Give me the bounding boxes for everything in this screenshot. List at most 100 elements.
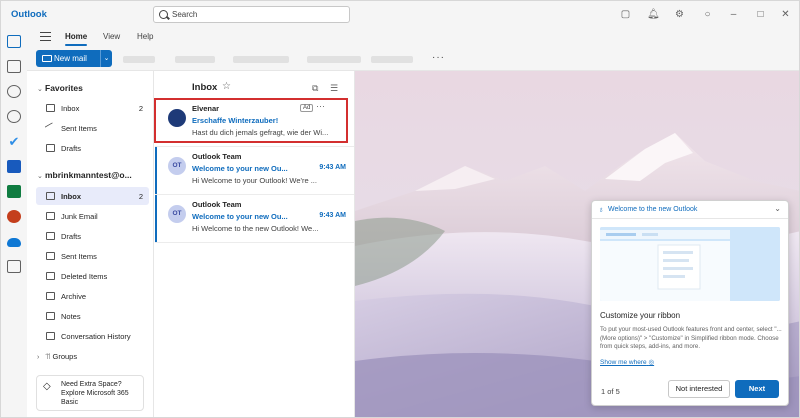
filter-icon[interactable]: ☰ — [330, 83, 338, 94]
people-icon[interactable] — [7, 85, 21, 98]
avatar: OT — [168, 205, 186, 223]
folder-label: Junk Email — [61, 211, 98, 221]
message-item[interactable]: OT Outlook Team Welcome to your new Ou..… — [155, 195, 354, 243]
callout-illustration — [600, 227, 780, 301]
maximize-icon[interactable]: □ — [755, 9, 766, 20]
chevron-down-icon: ⌄ — [103, 55, 110, 62]
note-icon — [46, 312, 55, 320]
ad-highlight-box — [154, 98, 348, 143]
tab-view[interactable]: View — [103, 32, 120, 41]
new-mail-dropdown[interactable]: ⌄ — [100, 50, 112, 67]
groups-header[interactable]: › ꔔ Groups — [37, 352, 77, 362]
app-rail: ✔ — [1, 29, 27, 417]
ribbon-toolbar: New mail ⌄ ··· — [27, 47, 799, 71]
delete-button-disabled — [123, 56, 155, 63]
menu-icon[interactable] — [40, 32, 51, 41]
report-button-disabled — [233, 56, 289, 63]
folder-conversation-history[interactable]: Conversation History — [36, 327, 149, 345]
show-me-where-link[interactable]: Show me where ◎ — [600, 358, 654, 366]
folder-notes[interactable]: Notes — [36, 307, 149, 325]
favorites-header[interactable]: ⌄ Favorites — [37, 83, 83, 93]
ribbon-illustration — [600, 227, 780, 301]
unread-count: 2 — [138, 191, 143, 201]
folder-label: Inbox — [61, 191, 81, 201]
next-button[interactable]: Next — [735, 380, 779, 398]
folder-pane: ⌄ Favorites Inbox 2 Sent Items Drafts ⌄ mb… — [27, 71, 153, 417]
chevron-down-icon[interactable]: ⌄ — [774, 204, 781, 213]
callout-body: To put your most-used Outlook features f… — [600, 326, 782, 350]
close-icon[interactable]: ✕ — [780, 9, 791, 20]
folder-label: Drafts — [61, 231, 82, 241]
folder-deleted-items[interactable]: Deleted Items — [36, 267, 149, 285]
send-icon — [44, 122, 57, 134]
new-mail-button[interactable]: New mail — [36, 50, 100, 67]
inbox-icon — [46, 104, 55, 112]
folder-label: Inbox — [61, 103, 80, 113]
outlook-window: Outlook Search ▢ 🔔︎ ⚙ ○ – □ ✕ ✔ Home Vie… — [0, 0, 800, 418]
folder-archive[interactable]: Archive — [36, 287, 149, 305]
folder-label: Conversation History — [61, 331, 131, 341]
folder-label: Drafts — [61, 143, 82, 153]
message-sender: Outlook Team — [192, 152, 242, 161]
search-icon — [159, 10, 168, 19]
callout-title: Customize your ribbon — [600, 311, 681, 320]
folder-drafts[interactable]: Drafts — [36, 227, 149, 245]
folder-label: Sent Items — [61, 123, 97, 133]
folder-fav-drafts[interactable]: Drafts — [36, 139, 149, 157]
tab-help[interactable]: Help — [137, 32, 153, 41]
folder-label: Archive — [61, 291, 87, 301]
tab-home[interactable]: Home — [65, 32, 88, 46]
folder-fav-sent-items[interactable]: Sent Items — [36, 119, 149, 137]
not-interested-button[interactable]: Not interested — [668, 380, 730, 398]
my-day-icon[interactable]: ▢ — [620, 9, 631, 20]
move-button-disabled — [371, 56, 413, 63]
app-title: Outlook — [11, 9, 47, 20]
message-list-title: Inbox — [192, 82, 218, 93]
chevron-down-icon: ⌄ — [37, 86, 43, 93]
folder-sent-items[interactable]: Sent Items — [36, 247, 149, 265]
bell-icon[interactable]: 🔔︎ — [647, 9, 660, 20]
lightbulb-icon[interactable]: ○ — [702, 9, 713, 20]
folder-inbox[interactable]: Inbox 2 — [36, 187, 149, 205]
eye-icon: ◎ — [648, 359, 655, 366]
new-mail-label: New mail — [54, 54, 87, 63]
folder-junk-email[interactable]: Junk Email — [36, 207, 149, 225]
callout-header[interactable]: ♁ Welcome to the new Outlook ⌄ — [592, 201, 788, 219]
mail-icon[interactable] — [7, 35, 21, 48]
folder-icon — [46, 332, 55, 340]
powerpoint-icon[interactable] — [7, 210, 21, 223]
junk-icon — [46, 212, 55, 220]
select-icon[interactable]: ⧉ — [312, 83, 318, 94]
lightbulb-icon: ♁ — [598, 205, 604, 214]
callout-header-title: Welcome to the new Outlook — [608, 206, 698, 213]
diamond-icon: ◇ — [43, 381, 51, 392]
inbox-icon — [46, 192, 55, 200]
excel-icon[interactable] — [7, 185, 21, 198]
onedrive-icon[interactable] — [7, 238, 21, 247]
todo-icon[interactable]: ✔ — [7, 135, 21, 148]
more-options-button[interactable]: ··· — [432, 52, 445, 63]
gear-icon[interactable]: ⚙ — [674, 9, 685, 20]
folder-fav-inbox[interactable]: Inbox 2 — [36, 99, 149, 117]
calendar-icon[interactable] — [7, 60, 21, 73]
avatar: OT — [168, 157, 186, 175]
search-box[interactable]: Search — [153, 6, 350, 23]
word-icon[interactable] — [7, 160, 21, 173]
account-header[interactable]: ⌄ mbrinkmanntest@o... — [37, 170, 132, 180]
trash-icon — [46, 272, 55, 280]
groups-icon[interactable] — [7, 110, 21, 123]
minimize-icon[interactable]: – — [728, 9, 739, 20]
message-time: 9:43 AM — [319, 164, 346, 171]
send-icon — [46, 252, 55, 260]
folder-label: Deleted Items — [61, 271, 108, 281]
folder-label: Sent Items — [61, 251, 97, 261]
search-input[interactable]: Search — [172, 10, 197, 19]
upsell-text: Need Extra Space? Explore Microsoft 365 … — [61, 381, 129, 406]
envelope-icon — [42, 55, 52, 62]
chevron-right-icon: › — [37, 354, 40, 361]
star-icon[interactable]: ☆ — [222, 81, 231, 92]
apps-icon[interactable] — [7, 260, 21, 273]
drafts-icon — [46, 232, 55, 240]
storage-upsell[interactable]: ◇ Need Extra Space? Explore Microsoft 36… — [36, 375, 144, 411]
message-item[interactable]: OT Outlook Team Welcome to your new Ou..… — [155, 147, 354, 195]
